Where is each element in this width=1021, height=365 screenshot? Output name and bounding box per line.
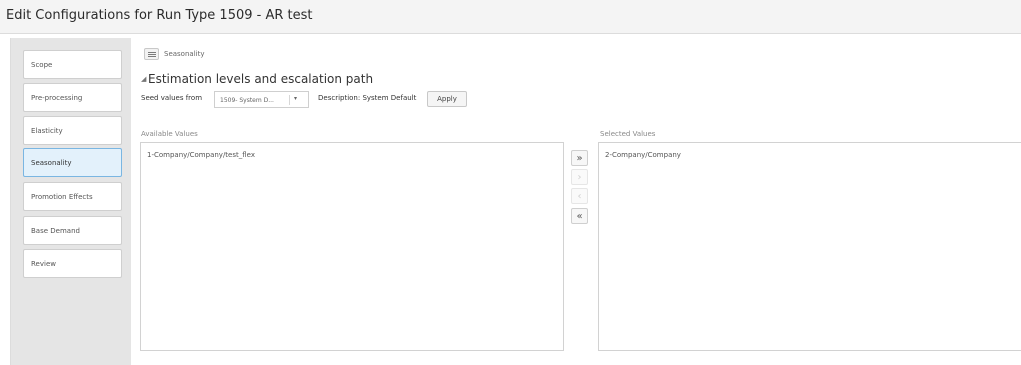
main-content: Seasonality ◢ Estimation levels and esca… — [131, 38, 1021, 365]
select-divider — [289, 95, 290, 105]
hamburger-icon[interactable] — [144, 48, 159, 60]
sidebar-item-promotion-effects[interactable]: Promotion Effects — [23, 182, 122, 211]
chevron-down-icon: ▾ — [294, 95, 298, 102]
seed-description: Description: System Default — [318, 94, 417, 102]
move-all-left-button[interactable]: « — [571, 208, 588, 224]
move-all-right-button[interactable]: » — [571, 150, 588, 166]
seed-values-select[interactable]: 1509- System D... ▾ — [214, 91, 309, 108]
seed-values-selected: 1509- System D... — [220, 97, 274, 104]
sidebar-item-seasonality[interactable]: Seasonality — [23, 148, 122, 177]
page-title: Edit Configurations for Run Type 1509 - … — [6, 8, 313, 23]
selected-values-list[interactable]: 2-Company/Company — [598, 142, 1021, 351]
available-values-list[interactable]: 1-Company/Company/test_flex — [140, 142, 564, 351]
collapse-caret-icon[interactable]: ◢ — [141, 75, 146, 83]
sidebar-item-scope[interactable]: Scope — [23, 50, 122, 79]
title-bar: Edit Configurations for Run Type 1509 - … — [0, 0, 1021, 34]
sidebar: Scope Pre-processing Elasticity Seasonal… — [10, 38, 131, 365]
move-left-button[interactable]: ‹ — [571, 188, 588, 204]
breadcrumb: Seasonality — [164, 50, 205, 58]
section-title: Estimation levels and escalation path — [148, 72, 374, 86]
sidebar-item-review[interactable]: Review — [23, 249, 122, 278]
selected-values-label: Selected Values — [600, 130, 656, 138]
apply-button[interactable]: Apply — [427, 91, 467, 107]
list-item[interactable]: 2-Company/Company — [605, 151, 681, 159]
sidebar-item-elasticity[interactable]: Elasticity — [23, 116, 122, 145]
sidebar-item-base-demand[interactable]: Base Demand — [23, 216, 122, 245]
seed-values-label: Seed values from — [141, 94, 203, 102]
available-values-label: Available Values — [141, 130, 198, 138]
list-item[interactable]: 1-Company/Company/test_flex — [147, 151, 255, 159]
config-panel: Scope Pre-processing Elasticity Seasonal… — [10, 38, 1021, 365]
sidebar-item-pre-processing[interactable]: Pre-processing — [23, 83, 122, 112]
move-right-button[interactable]: › — [571, 169, 588, 185]
